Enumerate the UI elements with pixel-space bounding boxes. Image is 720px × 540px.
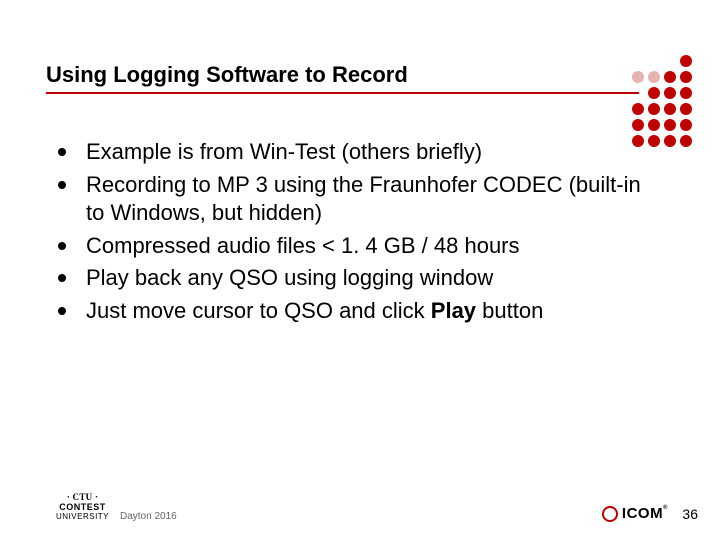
list-item: Recording to MP 3 using the Fraunhofer C… <box>56 171 660 228</box>
bullet-text: Compressed audio files < 1. 4 GB / 48 ho… <box>86 233 520 258</box>
registered-mark: ® <box>663 505 668 511</box>
footer-brand-icom: ICOM® <box>602 505 668 522</box>
logo-line: UNIVERSITY <box>56 513 109 522</box>
list-item: Just move cursor to QSO and click Play b… <box>56 297 660 326</box>
footer-logo-contest-university: · CTU · CONTEST UNIVERSITY <box>56 493 109 522</box>
brand-text: ICOM® <box>622 505 668 522</box>
brand-name: ICOM <box>622 505 663 522</box>
slide-title: Using Logging Software to Record <box>46 62 408 88</box>
list-item: Example is from Win-Test (others briefly… <box>56 138 660 167</box>
bullet-text: Play back any QSO using logging window <box>86 265 493 290</box>
list-item: Compressed audio files < 1. 4 GB / 48 ho… <box>56 232 660 261</box>
bullet-text: Recording to MP 3 using the Fraunhofer C… <box>86 172 641 226</box>
bullet-text-suffix: button <box>476 298 543 323</box>
bullet-text: Example is from Win-Test (others briefly… <box>86 139 482 164</box>
bullet-list: Example is from Win-Test (others briefly… <box>56 138 660 330</box>
bullet-text-bold: Play <box>431 298 476 323</box>
decorative-dot-grid <box>632 55 692 147</box>
list-item: Play back any QSO using logging window <box>56 264 660 293</box>
title-underline <box>46 92 639 94</box>
footer-event-label: Dayton 2016 <box>120 511 177 522</box>
ring-icon <box>602 506 618 522</box>
bullet-text-prefix: Just move cursor to QSO and click <box>86 298 431 323</box>
page-number: 36 <box>682 506 698 522</box>
